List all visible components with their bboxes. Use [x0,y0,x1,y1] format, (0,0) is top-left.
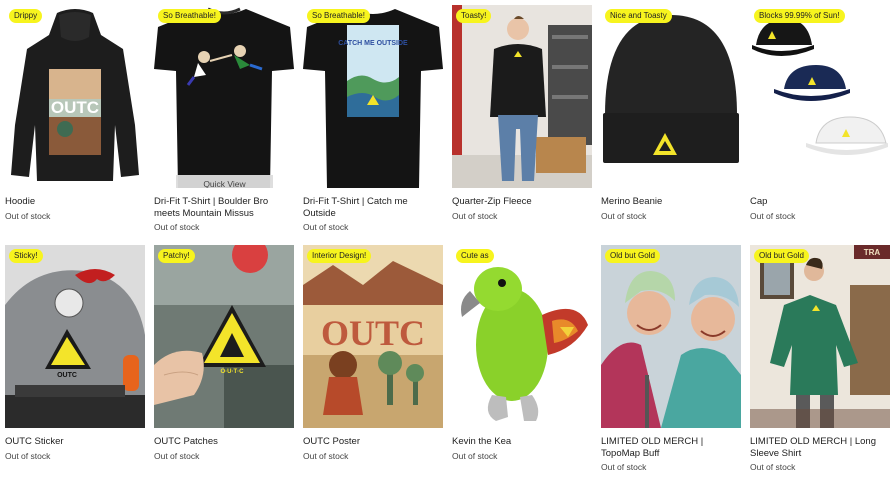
cap-image [750,5,890,188]
product-image-kea-plush[interactable]: Cute as [452,245,592,428]
product-title[interactable]: OUTC Poster [303,436,441,448]
stock-status: Out of stock [154,222,200,232]
product-title[interactable]: LIMITED OLD MERCH | TopoMap Buff [601,436,739,459]
product-image-poster[interactable]: Interior Design! OUTC [303,245,443,428]
product-card-patches[interactable]: Patchy! O·U·T·C OUTC Patches Out of stoc… [154,245,294,462]
buff-photo [601,245,741,428]
product-badge: Patchy! [158,249,195,263]
product-card-boulder-bro-tshirt[interactable]: So Breathable! Quick View Dri-Fit T-Shir… [154,5,294,233]
product-card-fleece[interactable]: Toasty! Quarter-Zip Fleece Out of stock [452,5,592,222]
stock-status: Out of stock [601,210,647,221]
stock-status: Out of stock [750,210,796,221]
hoodie-image: OUTC [5,5,145,188]
product-badge: So Breathable! [158,9,221,23]
product-card-poster[interactable]: Interior Design! OUTC OUTC Poster Out of… [303,245,443,462]
product-badge: So Breathable! [307,9,370,23]
quick-view-button[interactable]: Quick View [176,175,273,188]
stock-status: Out of stock [303,222,349,232]
product-badge: Toasty! [456,9,492,23]
product-image-boulder-bro-tshirt[interactable]: So Breathable! Quick View [154,5,294,188]
product-title[interactable]: OUTC Patches [154,436,292,448]
long-sleeve-photo: TRA [750,245,890,428]
stock-status: Out of stock [5,210,51,221]
product-title[interactable]: Cap [750,196,888,208]
product-badge: Sticky! [9,249,43,263]
product-image-cap[interactable]: Blocks 99.99% of Sun! [750,5,890,188]
product-card-topomap-buff[interactable]: Old but Gold LIMITED OLD MERCH | TopoMap… [601,245,741,473]
shirt-print-text: CATCH ME OUTSIDE [338,40,408,47]
product-badge: Blocks 99.99% of Sun! [754,9,845,23]
product-title[interactable]: Merino Beanie [601,196,739,208]
product-badge: Old but Gold [605,249,660,263]
product-title[interactable]: OUTC Sticker [5,436,143,448]
product-card-kea-plush[interactable]: Cute as Kevin the Kea Out of stock [452,245,592,462]
product-image-patches[interactable]: Patchy! O·U·T·C [154,245,294,428]
product-card-hoodie[interactable]: Drippy OUTC Hoodie Out of stock [5,5,145,222]
patches-photo: O·U·T·C [154,245,294,428]
sticker-photo: OUTC [5,245,145,428]
patch-text: O·U·T·C [221,369,245,375]
product-card-long-sleeve-shirt[interactable]: Old but Gold TRA LIMITED OLD MERCH | Lon… [750,245,890,473]
sticker-text: OUTC [57,372,77,379]
poster-image: OUTC [303,245,443,428]
stock-status: Out of stock [5,450,51,461]
tshirt-boulder-image [154,5,294,188]
fleece-photo [452,5,592,188]
stock-status: Out of stock [452,450,498,461]
product-title[interactable]: Quarter-Zip Fleece [452,196,590,208]
product-card-sticker[interactable]: Sticky! OUTC OUTC Sticker Out of stock [5,245,145,462]
product-image-hoodie[interactable]: Drippy OUTC [5,5,145,188]
stock-status: Out of stock [601,462,647,472]
product-image-fleece[interactable]: Toasty! [452,5,592,188]
product-title[interactable]: Hoodie [5,196,143,208]
stock-status: Out of stock [154,450,200,461]
product-card-beanie[interactable]: Nice and Toasty Merino Beanie Out of sto… [601,5,741,222]
hoodie-print-text: OUTC [51,98,99,117]
stock-status: Out of stock [750,462,796,472]
stock-status: Out of stock [452,210,498,221]
kea-plush-image [452,245,592,428]
product-image-beanie[interactable]: Nice and Toasty [601,5,741,188]
product-image-long-sleeve-shirt[interactable]: Old but Gold TRA [750,245,890,428]
product-badge: Interior Design! [307,249,372,263]
product-grid: Drippy OUTC Hoodie Out of stock So Breat… [0,0,894,478]
product-title[interactable]: LIMITED OLD MERCH | Long Sleeve Shirt [750,436,888,459]
sign-text: TRA [864,248,881,257]
product-title[interactable]: Dri-Fit T-Shirt | Catch me Outside [303,196,441,219]
poster-text: OUTC [321,313,425,353]
product-badge: Drippy [9,9,43,23]
stock-status: Out of stock [303,450,349,461]
product-image-sticker[interactable]: Sticky! OUTC [5,245,145,428]
beanie-image [601,5,741,188]
product-badge: Old but Gold [754,249,809,263]
product-image-catch-me-outside-tshirt[interactable]: So Breathable! CATCH ME OUTSIDE [303,5,443,188]
tshirt-catch-image: CATCH ME OUTSIDE [303,5,443,188]
product-card-cap[interactable]: Blocks 99.99% of Sun! Cap Out of stock [750,5,890,222]
product-badge: Cute as [456,249,494,263]
product-title[interactable]: Dri-Fit T-Shirt | Boulder Bro meets Moun… [154,196,292,219]
product-title[interactable]: Kevin the Kea [452,436,590,448]
product-card-catch-me-outside-tshirt[interactable]: So Breathable! CATCH ME OUTSIDE Dri-Fit … [303,5,443,233]
product-image-topomap-buff[interactable]: Old but Gold [601,245,741,428]
product-badge: Nice and Toasty [605,9,672,23]
